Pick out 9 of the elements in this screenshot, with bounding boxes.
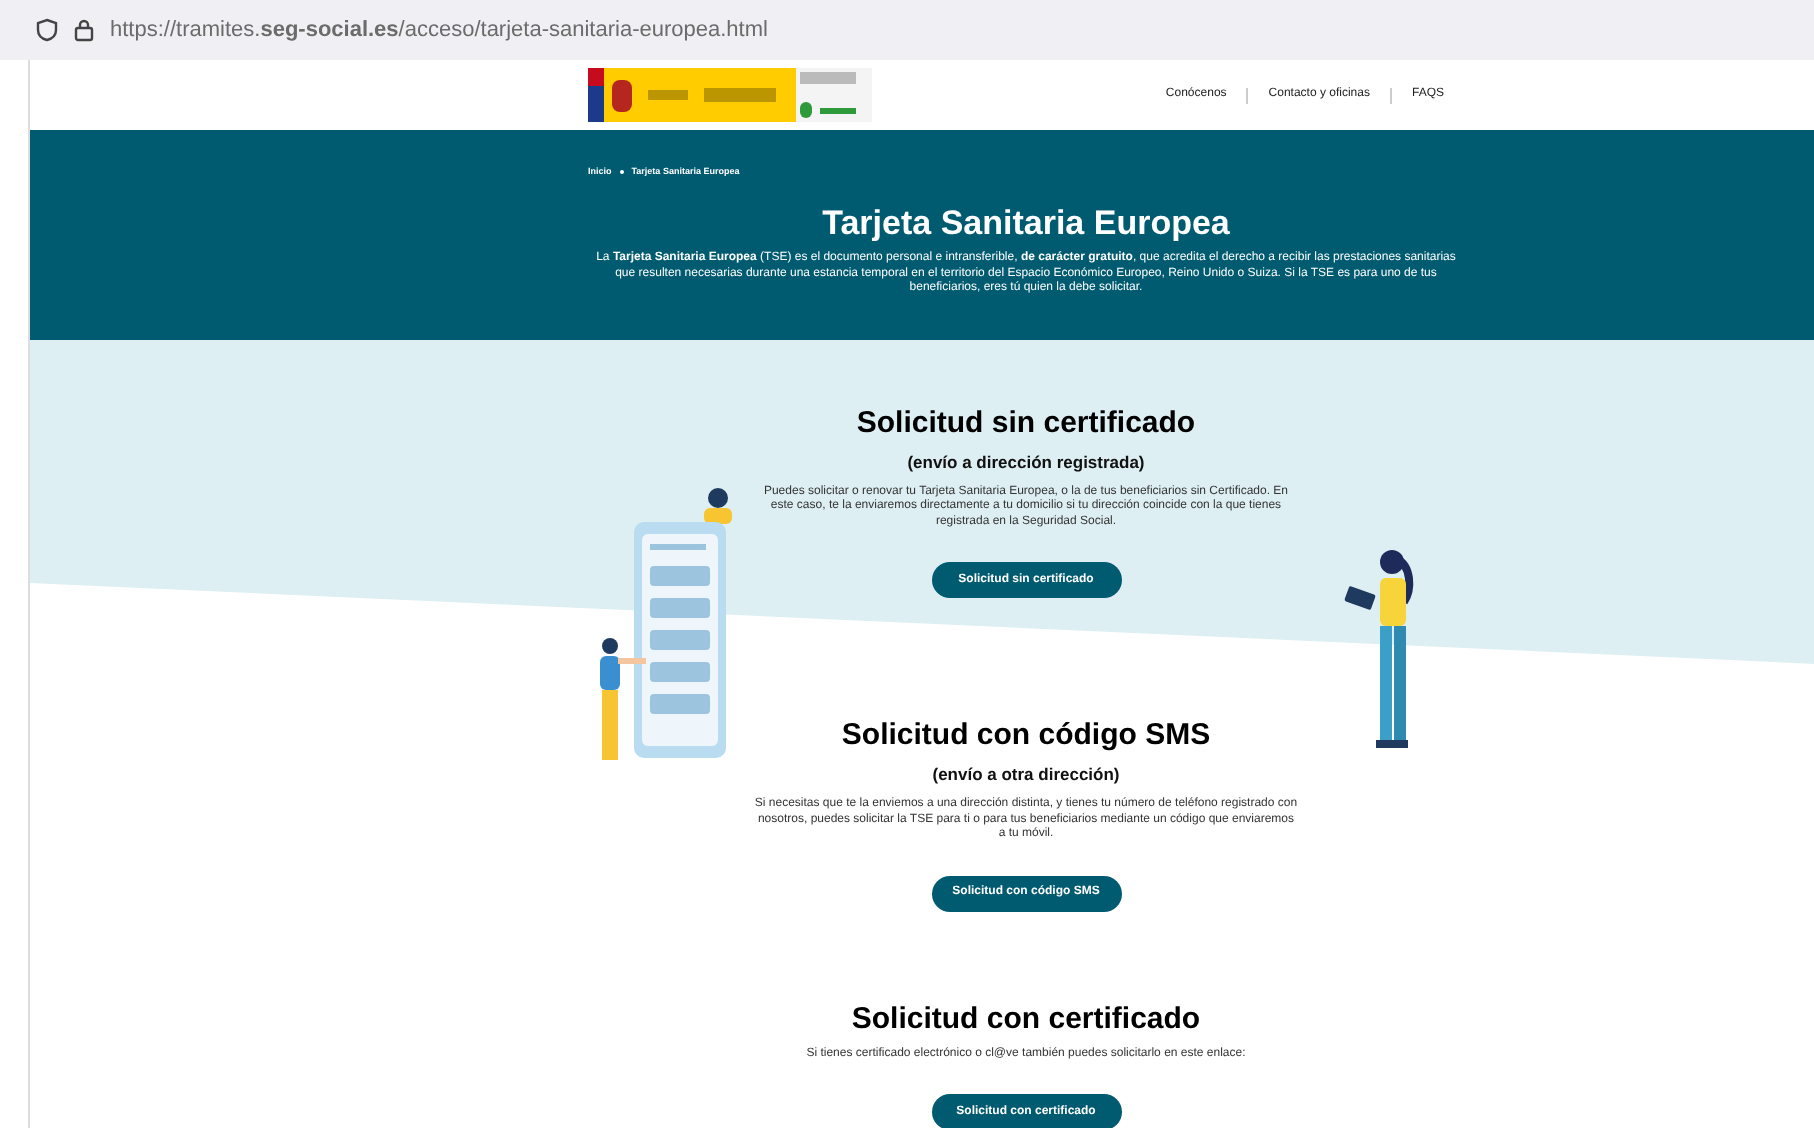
section-subtitle: (envío a otra dirección) (932, 762, 1120, 788)
section-title: Solicitud con certificado (851, 1001, 1201, 1037)
section-subtitle: (envío a dirección registrada) (907, 450, 1145, 476)
section-title: Solicitud con código SMS (841, 718, 1211, 755)
section-title: Solicitud sin certificado (856, 406, 1196, 442)
shield-icon[interactable] (36, 18, 58, 42)
page-title: Tarjeta Sanitaria Europea (822, 202, 1230, 246)
lock-icon[interactable] (74, 18, 94, 42)
government-logo-drawing[interactable] (588, 68, 872, 122)
